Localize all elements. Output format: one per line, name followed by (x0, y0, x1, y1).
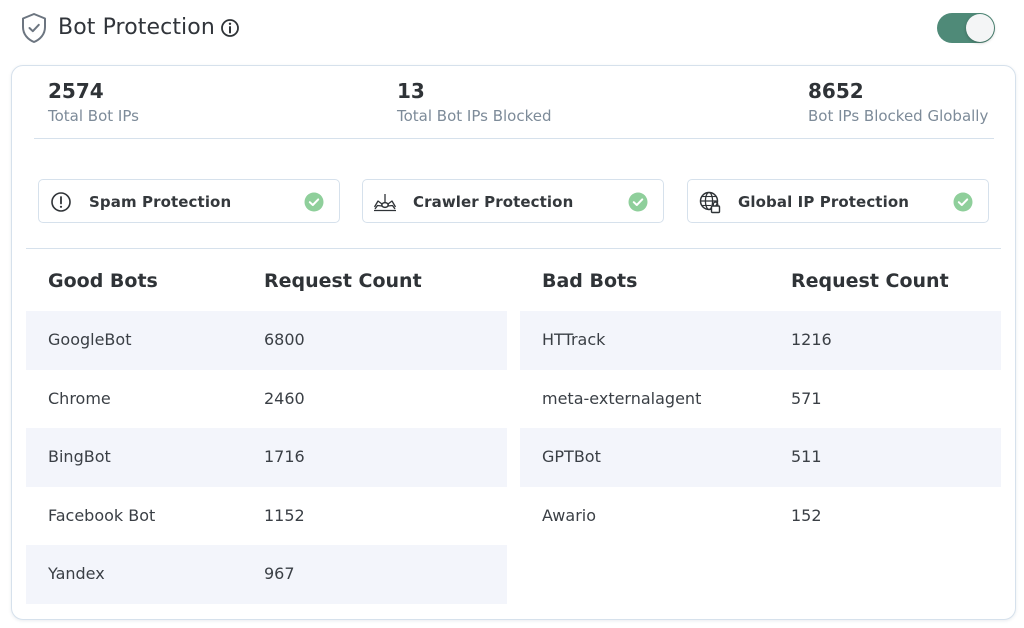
request-count: 1716 (264, 447, 305, 467)
request-count: 511 (791, 447, 822, 467)
bot-name: meta-externalagent (542, 388, 702, 408)
column-header: Good Bots (48, 270, 158, 292)
check-circle-icon (628, 192, 648, 212)
bot-name: Yandex (48, 564, 105, 584)
table-header-row: Good Bots Request Count (26, 252, 507, 311)
shield-check-icon (22, 13, 46, 43)
toggle-knob (966, 14, 994, 42)
bot-protection-card: 2574 Total Bot IPs 13 Total Bot IPs Bloc… (11, 65, 1016, 620)
column-header: Request Count (791, 270, 949, 292)
spider-icon (373, 194, 397, 212)
page-title: Bot Protection (58, 15, 215, 40)
table-row: GoogleBot 6800 (26, 311, 507, 370)
stat-total-bot-ips-blocked: 13 Total Bot IPs Blocked (397, 78, 552, 127)
table-row: Facebook Bot 1152 (26, 487, 507, 546)
stat-label: Total Bot IPs Blocked (397, 107, 552, 125)
check-circle-icon (304, 192, 324, 212)
feature-crawler-protection[interactable]: Crawler Protection (362, 179, 664, 223)
bot-protection-toggle[interactable] (937, 13, 995, 43)
globe-lock-icon (699, 191, 721, 214)
divider (34, 138, 994, 139)
bot-name: GPTBot (542, 447, 601, 467)
column-header: Bad Bots (542, 270, 638, 292)
request-count: 571 (791, 388, 822, 408)
stat-value: 2574 (48, 79, 104, 103)
header: Bot Protection (0, 0, 1024, 56)
stat-total-bot-ips: 2574 Total Bot IPs (48, 78, 139, 127)
stat-bot-ips-blocked-globally: 8652 Bot IPs Blocked Globally (808, 78, 988, 127)
stat-value: 13 (397, 79, 425, 103)
bot-name: HTTrack (542, 330, 606, 349)
feature-label: Crawler Protection (413, 193, 574, 211)
feature-label: Global IP Protection (738, 193, 910, 211)
table-row: Awario 152 (520, 487, 1001, 546)
divider (26, 248, 1001, 249)
table-row: BingBot 1716 (26, 428, 507, 487)
request-count: 1216 (791, 330, 832, 349)
table-row: Chrome 2460 (26, 370, 507, 429)
column-header: Request Count (264, 270, 422, 292)
request-count: 152 (791, 505, 822, 525)
request-count: 6800 (264, 330, 305, 349)
feature-global-ip-protection[interactable]: Global IP Protection (687, 179, 989, 223)
bot-name: Facebook Bot (48, 505, 156, 525)
feature-spam-protection[interactable]: Spam Protection (38, 179, 340, 223)
table-row: HTTrack 1216 (520, 311, 1001, 370)
table-row: GPTBot 511 (520, 428, 1001, 487)
bad-bots-table: Bad Bots Request Count HTTrack 1216 meta… (520, 252, 1001, 545)
bot-name: BingBot (48, 447, 111, 467)
bot-name: GoogleBot (48, 330, 132, 349)
request-count: 2460 (264, 388, 305, 408)
table-header-row: Bad Bots Request Count (520, 252, 1001, 311)
good-bots-table: Good Bots Request Count GoogleBot 6800 C… (26, 252, 507, 604)
table-row: Yandex 967 (26, 545, 507, 604)
bot-name: Chrome (48, 388, 111, 408)
request-count: 967 (264, 564, 295, 584)
stat-label: Bot IPs Blocked Globally (808, 107, 989, 125)
info-icon[interactable] (220, 18, 240, 38)
bot-name: Awario (542, 505, 596, 525)
request-count: 1152 (264, 505, 305, 525)
stat-label: Total Bot IPs (48, 107, 139, 125)
alert-circle-icon (51, 192, 71, 212)
stat-value: 8652 (808, 79, 864, 103)
feature-label: Spam Protection (89, 193, 232, 211)
check-circle-icon (953, 192, 973, 212)
table-row: meta-externalagent 571 (520, 370, 1001, 429)
